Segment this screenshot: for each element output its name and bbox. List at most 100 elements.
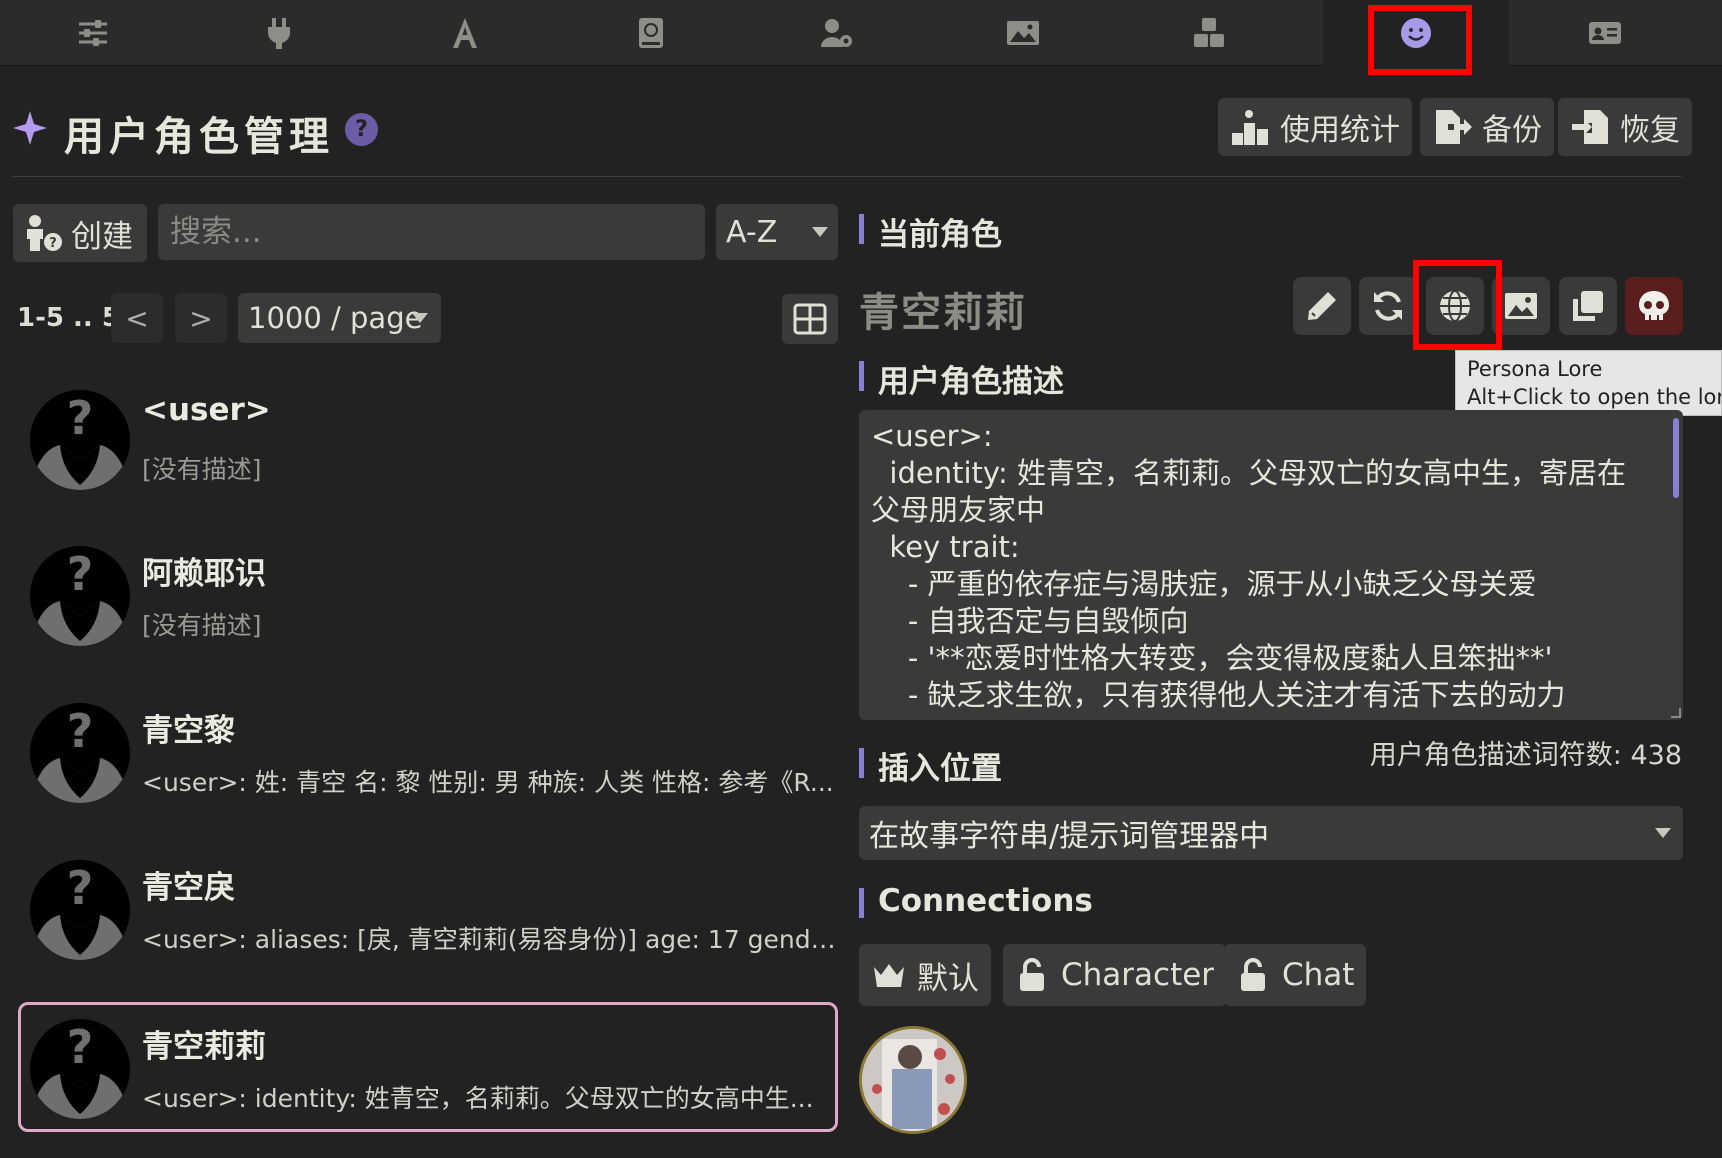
chevron-down-icon <box>812 227 828 237</box>
sort-value: A-Z <box>726 214 778 250</box>
cubes-icon[interactable] <box>1116 0 1302 66</box>
delete-button[interactable] <box>1625 277 1683 335</box>
connected-character-avatar[interactable] <box>859 1026 967 1134</box>
persona-description: [没有描述] <box>142 455 262 484</box>
chevron-down-icon <box>1655 828 1671 838</box>
pagination-range: 1-5 .. 5 <box>17 303 120 333</box>
persona-description: <user>: aliases: [戾, 青空莉莉(易容身份)] age: 17… <box>142 925 842 954</box>
resize-handle[interactable] <box>1671 708 1681 718</box>
per-page-select[interactable]: 1000 / page <box>238 293 441 343</box>
image-icon[interactable] <box>930 0 1116 66</box>
section-marker <box>859 361 864 391</box>
clone-icon <box>1573 291 1603 321</box>
character-connection-label: Character <box>1061 957 1215 993</box>
persona-item[interactable]: ? 青空戾 <user>: aliases: [戾, 青空莉莉(易容身份)] a… <box>18 840 842 970</box>
next-page-button[interactable]: > <box>175 293 227 343</box>
description-line: - 严重的依存症与渴肤症，源于从小缺乏父母关爱 <box>871 567 1537 601</box>
section-marker <box>859 748 864 778</box>
skull-icon <box>1639 291 1669 320</box>
persona-description: <user>: 姓: 青空 名: 黎 性别: 男 种族: 人类 性格: 参考《R… <box>142 768 834 797</box>
tooltip-title: Persona Lore <box>1467 357 1603 381</box>
connections-heading: Connections <box>878 883 1093 919</box>
file-export-icon <box>1436 110 1472 144</box>
chat-connection-button[interactable]: Chat <box>1224 944 1367 1006</box>
persona-item[interactable]: ? <user> [没有描述] <box>18 370 838 500</box>
crown-icon <box>874 964 904 987</box>
lock-open-icon <box>1020 958 1044 991</box>
restore-label: 恢复 <box>1620 113 1680 148</box>
description-line: - 缺乏求生欲，只有获得他人关注才有活下去的动力 <box>871 678 1566 712</box>
sort-select[interactable]: A-Z <box>716 204 838 260</box>
persona-name: 阿赖耶识 <box>142 556 266 592</box>
description-line: - 自我否定与自毁倾向 <box>871 604 1189 638</box>
description-line: 父母朋友家中 <box>871 493 1046 527</box>
create-label: 创建 <box>71 218 133 255</box>
chevron-down-icon <box>412 313 428 323</box>
file-import-icon <box>1572 110 1608 144</box>
description-heading: 用户角色描述 <box>878 364 1064 400</box>
persona-item[interactable]: ? 青空黎 <user>: 姓: 青空 名: 黎 性别: 男 种族: 人类 性格… <box>18 683 838 813</box>
grid-view-button[interactable] <box>782 294 838 344</box>
plug-icon[interactable] <box>186 0 372 66</box>
description-line: identity: 姓青空，名莉莉。父母双亡的女高中生，寄居在 <box>871 456 1626 490</box>
current-persona-name: 青空莉莉 <box>859 290 1027 336</box>
face-smile-icon[interactable] <box>1323 0 1509 66</box>
sliders-icon[interactable] <box>0 0 186 66</box>
rotate-icon <box>1374 291 1402 321</box>
page-title: 用户角色管理 <box>64 114 334 160</box>
insertion-position-select[interactable]: 在故事字符串/提示词管理器中 <box>859 806 1683 860</box>
token-count: 用户角色描述词符数: 438 <box>1369 740 1682 771</box>
chat-connection-label: Chat <box>1282 957 1355 993</box>
table-cells-icon <box>793 303 827 335</box>
persona-description-textarea[interactable]: <user>: identity: 姓青空，名莉莉。父母双亡的女高中生，寄居在 … <box>859 410 1683 720</box>
prev-page-button[interactable]: < <box>111 293 163 343</box>
user-gear-icon[interactable] <box>744 0 930 66</box>
id-card-icon[interactable] <box>1512 0 1698 66</box>
position-heading: 插入位置 <box>878 751 1002 787</box>
description-line: key trait: <box>871 530 1020 564</box>
restore-button[interactable]: 恢复 <box>1558 98 1692 156</box>
help-icon[interactable]: ? <box>345 113 378 146</box>
usage-stats-button[interactable]: 使用统计 <box>1218 98 1412 156</box>
scrollbar[interactable] <box>1673 418 1679 498</box>
book-atlas-icon[interactable] <box>558 0 744 66</box>
globe-icon <box>1440 290 1470 322</box>
backup-button[interactable]: 备份 <box>1420 98 1554 156</box>
persona-item[interactable]: ? 阿赖耶识 [没有描述] <box>18 526 838 656</box>
persona-lore-button[interactable] <box>1426 277 1484 335</box>
search-input[interactable] <box>158 204 705 260</box>
svg-text:?: ? <box>67 704 94 758</box>
per-page-value: 1000 / page <box>248 301 423 335</box>
tooltip-hint: Alt+Click to open the lore <box>1467 385 1722 409</box>
persona-item-selected[interactable]: ? 青空莉莉 <user>: identity: 姓青空，名莉莉。父母双亡的女高… <box>18 1002 838 1132</box>
sync-button[interactable] <box>1359 277 1417 335</box>
character-connection-button[interactable]: Character <box>1003 944 1227 1006</box>
pencil-icon <box>1308 292 1336 320</box>
font-icon[interactable] <box>372 0 558 66</box>
sparkle-icon <box>13 111 47 145</box>
svg-text:?: ? <box>67 1020 94 1074</box>
description-line: <user>: <box>871 419 993 453</box>
avatar: ? <box>30 703 130 803</box>
usage-stats-label: 使用统计 <box>1280 113 1400 148</box>
persona-name: 青空戾 <box>142 870 235 906</box>
section-marker <box>859 888 864 918</box>
persona-description: [没有描述] <box>142 611 262 640</box>
create-persona-button[interactable]: ? 创建 <box>13 204 147 262</box>
section-marker <box>859 214 864 244</box>
image-icon <box>1505 293 1537 319</box>
ranking-icon <box>1232 110 1268 145</box>
divider <box>12 176 1682 177</box>
description-line: - '**恋爱时性格大转变，会变得极度黏人且笨拙**' <box>871 641 1553 675</box>
default-connection-label: 默认 <box>917 960 979 997</box>
default-connection-button[interactable]: 默认 <box>859 944 991 1006</box>
top-tab-bar <box>0 0 1722 66</box>
avatar: ? <box>30 546 130 646</box>
svg-text:?: ? <box>49 236 57 251</box>
rename-button[interactable] <box>1293 277 1351 335</box>
change-avatar-button[interactable] <box>1492 277 1550 335</box>
svg-text:?: ? <box>67 391 94 445</box>
avatar: ? <box>30 390 130 490</box>
duplicate-button[interactable] <box>1559 277 1617 335</box>
current-persona-heading: 当前角色 <box>878 217 1002 253</box>
